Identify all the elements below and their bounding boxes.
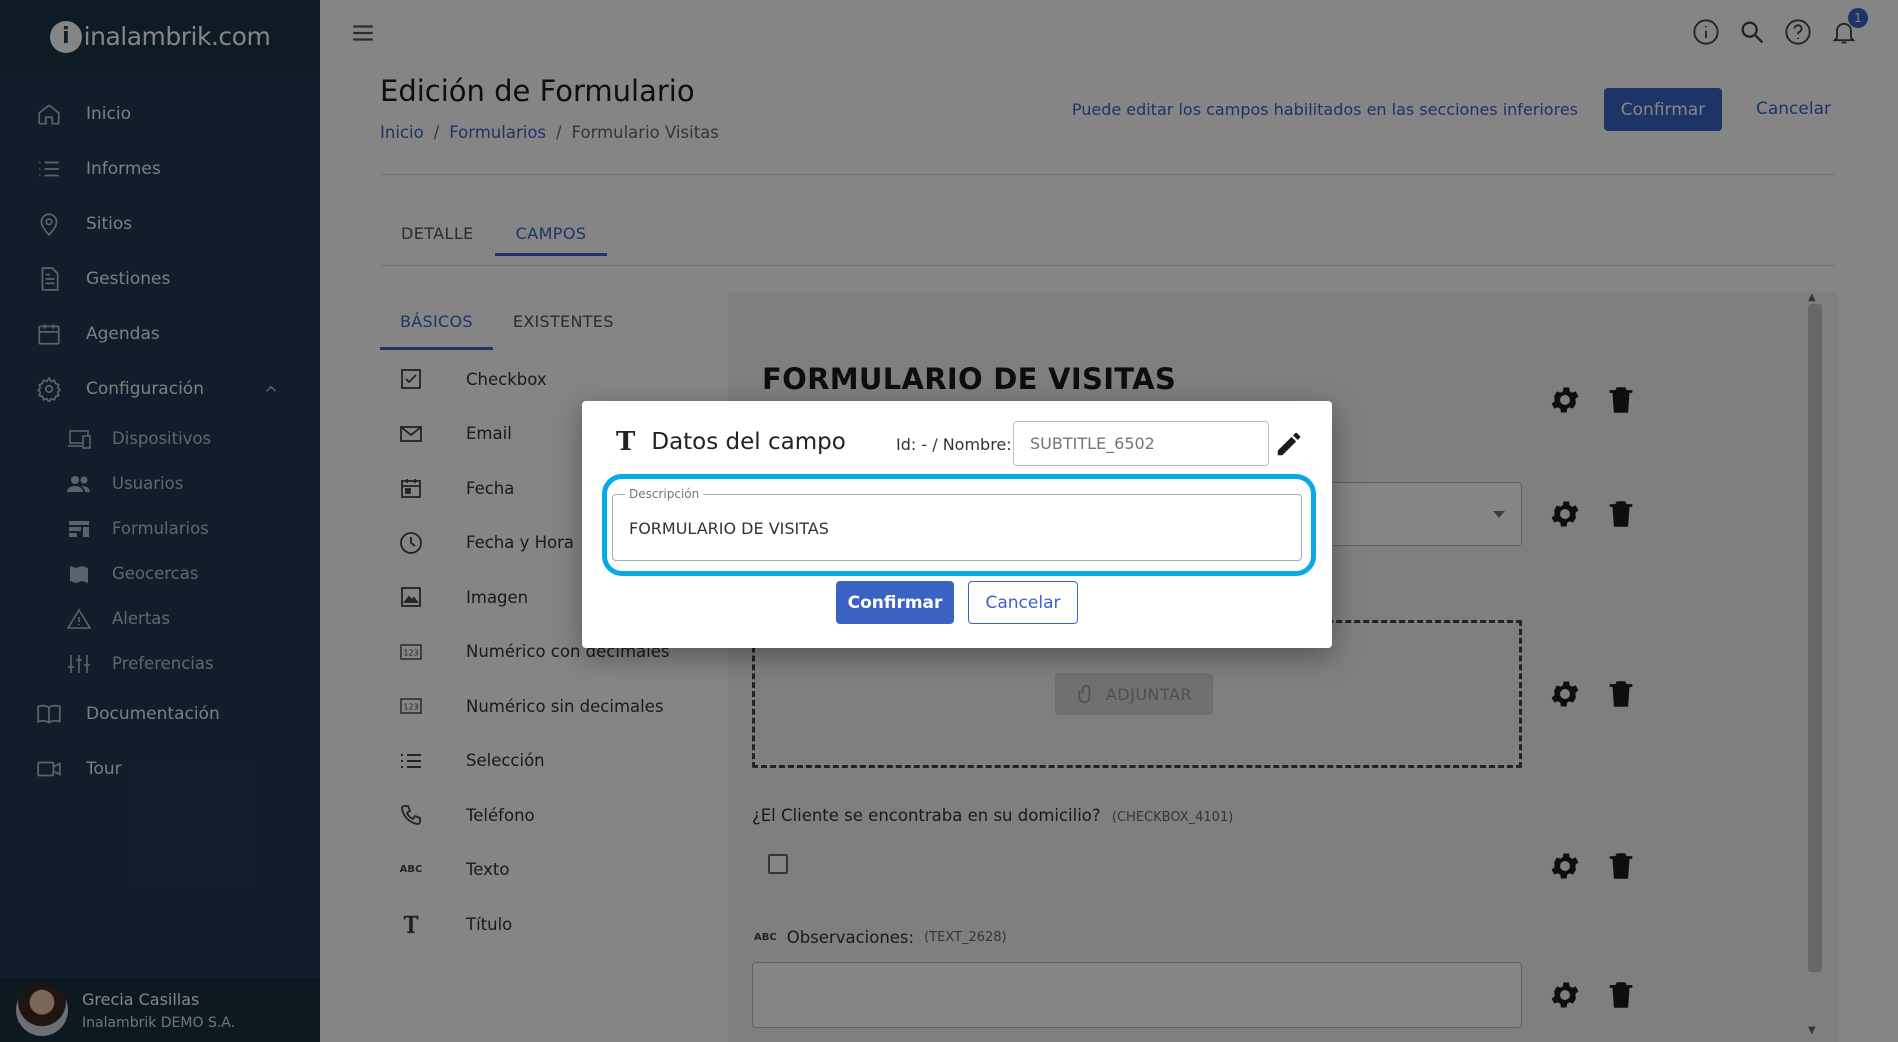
description-field[interactable]: Descripción FORMULARIO DE VISITAS [612, 487, 1302, 561]
description-value: FORMULARIO DE VISITAS [629, 519, 829, 538]
description-legend: Descripción [625, 487, 704, 501]
name-label: Id: - / Nombre: [896, 435, 1012, 454]
title-t-icon: T [616, 427, 636, 457]
dialog-cancel-button[interactable]: Cancelar [968, 581, 1078, 624]
pencil-icon[interactable] [1274, 429, 1304, 459]
dialog-header: T Datos del campo [616, 427, 846, 457]
field-data-dialog: T Datos del campo Id: - / Nombre: Descri… [582, 401, 1332, 648]
dialog-confirm-button[interactable]: Confirmar [836, 581, 954, 624]
name-input[interactable] [1013, 421, 1269, 466]
dialog-title: Datos del campo [651, 429, 846, 455]
